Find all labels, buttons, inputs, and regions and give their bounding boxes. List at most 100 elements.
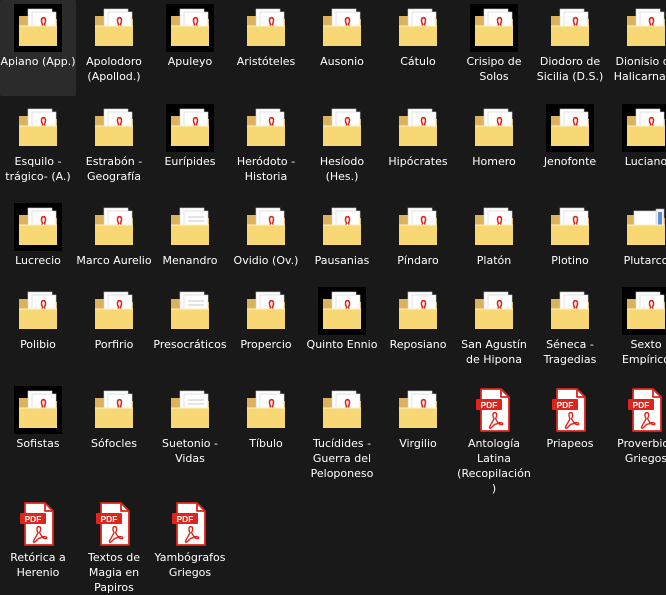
folder-pdf-icon: PDF [318,4,366,52]
folder-item[interactable]: PDF Dionisio de Halicarnaso [608,0,666,96]
folder-item[interactable]: PDF Luciano [608,100,666,196]
pdf-file-item[interactable]: PDF Proverbios Griegos [608,382,666,478]
folder-pdf-icon: PDF [14,104,62,152]
folder-item[interactable]: PDF Crisipo de Solos [456,0,532,96]
svg-text:PDF: PDF [481,400,498,410]
pdf-file-item[interactable]: PDF Antología Latina (Recopilación) [456,382,532,495]
item-label: Sófocles [91,437,137,450]
folder-pdf-icon: PDF [90,386,138,434]
item-label: Proverbios Griegos [617,437,666,465]
folder-item[interactable]: Presocráticos [152,283,228,379]
item-label: Eurípides [164,155,216,168]
pdf-file-item[interactable]: PDF Yambógrafos Griegos [152,496,228,592]
item-label: Crisipo de Solos [466,55,522,83]
folder-item[interactable]: PDF Marco Aurelio [76,199,152,295]
folder-item[interactable]: PDF Aristóteles [228,0,304,96]
folder-item[interactable]: PDF Apolodoro (Apollod.) [76,0,152,96]
folder-item[interactable]: PDF Séneca - Tragedias [532,283,608,379]
pdf-file-icon: PDF [14,500,62,548]
folder-item[interactable]: PDF Virgilio [380,382,456,478]
item-label: Hesíodo (Hes.) [319,155,365,183]
folder-item[interactable]: PDF Estrabón - Geografía [76,100,152,196]
folder-item[interactable]: PDF Lucrecio [0,199,76,295]
item-label: Textos de Magia en Papiros [88,551,140,594]
folder-plain-icon [166,287,214,335]
pdf-file-icon: PDF [546,386,594,434]
folder-item[interactable]: PDF Ausonio [304,0,380,96]
folder-item[interactable]: PDF Sófocles [76,382,152,478]
folder-item[interactable]: Menandro [152,199,228,295]
folder-item[interactable]: PDF Homero [456,100,532,196]
folder-item[interactable]: PDF Píndaro [380,199,456,295]
pdf-file-item[interactable]: PDF Priapeos [532,382,608,478]
item-label: Homero [472,155,516,168]
svg-text:PDF: PDF [177,514,194,524]
folder-pdf-black-icon: PDF [622,287,666,335]
folder-pdf-icon: PDF [546,203,594,251]
pdf-file-icon: PDF [470,386,518,434]
folder-item[interactable]: PDF Heródoto - Historia [228,100,304,196]
folder-item[interactable]: PDF Apuleyo [152,0,228,96]
folder-pdf-icon: PDF [394,104,442,152]
folder-item[interactable]: PDF Polibio [0,283,76,379]
item-label: Priapeos [546,437,594,450]
folder-item[interactable]: PDF Esquilo -trágico- (A.) [0,100,76,196]
folder-item[interactable]: PDF Cátulo [380,0,456,96]
item-label: Suetonio - Vidas [162,437,218,465]
pdf-file-item[interactable]: PDF Retórica a Herenio [0,496,76,592]
folder-item[interactable]: PDF Porfirio [76,283,152,379]
item-label: Ovidio (Ov.) [233,254,299,267]
folder-item[interactable]: PDF Platón [456,199,532,295]
item-label: Aristóteles [236,55,296,68]
folder-item[interactable]: PDF Apiano (App.) [0,0,76,96]
folder-item[interactable]: PDF Pausanias [304,199,380,295]
folder-pdf-icon: PDF [90,203,138,251]
folder-pdf-icon: PDF [90,104,138,152]
item-label: Tucídides - Guerra del Peloponeso [310,437,374,480]
folder-item[interactable]: PDF Tucídides - Guerra del Peloponeso [304,382,380,480]
item-label: Esquilo -trágico- (A.) [5,155,71,183]
folder-item[interactable]: PDF Eurípides [152,100,228,196]
folder-pdf-black-icon: PDF [166,4,214,52]
folder-item[interactable]: PDF San Agustín de Hipona [456,283,532,379]
pdf-file-item[interactable]: PDF Textos de Magia en Papiros [76,496,152,594]
folder-item[interactable]: PDF Sexto Empírico [608,283,666,379]
svg-text:PDF: PDF [633,400,650,410]
item-label: Apiano (App.) [0,55,76,68]
folder-docs-icon [622,203,666,251]
file-grid: PDF Apiano (App.) PDF Apolodoro (Apollod… [0,0,666,594]
folder-pdf-icon: PDF [394,4,442,52]
folder-pdf-icon: PDF [242,104,290,152]
folder-item[interactable]: PDF Jenofonte [532,100,608,196]
folder-item[interactable]: Suetonio - Vidas [152,382,228,478]
folder-item[interactable]: PDF Sofistas [0,382,76,478]
folder-item[interactable]: PDF Hesíodo (Hes.) [304,100,380,196]
svg-text:PDF: PDF [557,400,574,410]
folder-item[interactable]: PDF Ovidio (Ov.) [228,199,304,295]
folder-pdf-icon: PDF [394,287,442,335]
item-label: Píndaro [397,254,439,267]
folder-item[interactable]: PDF Diodoro de Sicilia (D.S.) [532,0,608,96]
folder-pdf-icon: PDF [318,203,366,251]
folder-pdf-icon: PDF [470,203,518,251]
svg-text:PDF: PDF [101,514,118,524]
folder-pdf-icon: PDF [318,386,366,434]
folder-item[interactable]: PDF Reposiano [380,283,456,379]
folder-pdf-black-icon: PDF [14,4,62,52]
folder-item[interactable]: Plutarco [608,199,666,295]
folder-pdf-black-icon: PDF [318,287,366,335]
folder-item[interactable]: PDF Propercio [228,283,304,379]
item-label: Dionisio de Halicarnaso [613,55,666,83]
item-label: Tíbulo [249,437,283,450]
folder-pdf-icon: PDF [622,4,666,52]
item-label: Propercio [240,338,292,351]
folder-item[interactable]: PDF Quinto Ennio [304,283,380,379]
item-label: Jenofonte [543,155,597,168]
folder-item[interactable]: PDF Plotino [532,199,608,295]
item-label: Polibio [20,338,56,351]
folder-item[interactable]: PDF Hipócrates [380,100,456,196]
folder-pdf-black-icon: PDF [546,104,594,152]
item-label: Diodoro de Sicilia (D.S.) [536,55,604,83]
folder-pdf-black-icon: PDF [166,104,214,152]
folder-item[interactable]: PDF Tíbulo [228,382,304,478]
